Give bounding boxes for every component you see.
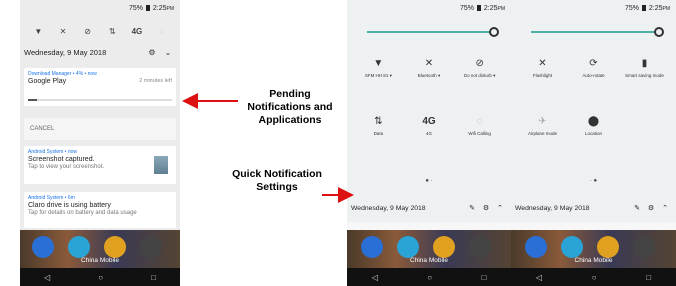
annotation-arrows xyxy=(182,93,354,203)
